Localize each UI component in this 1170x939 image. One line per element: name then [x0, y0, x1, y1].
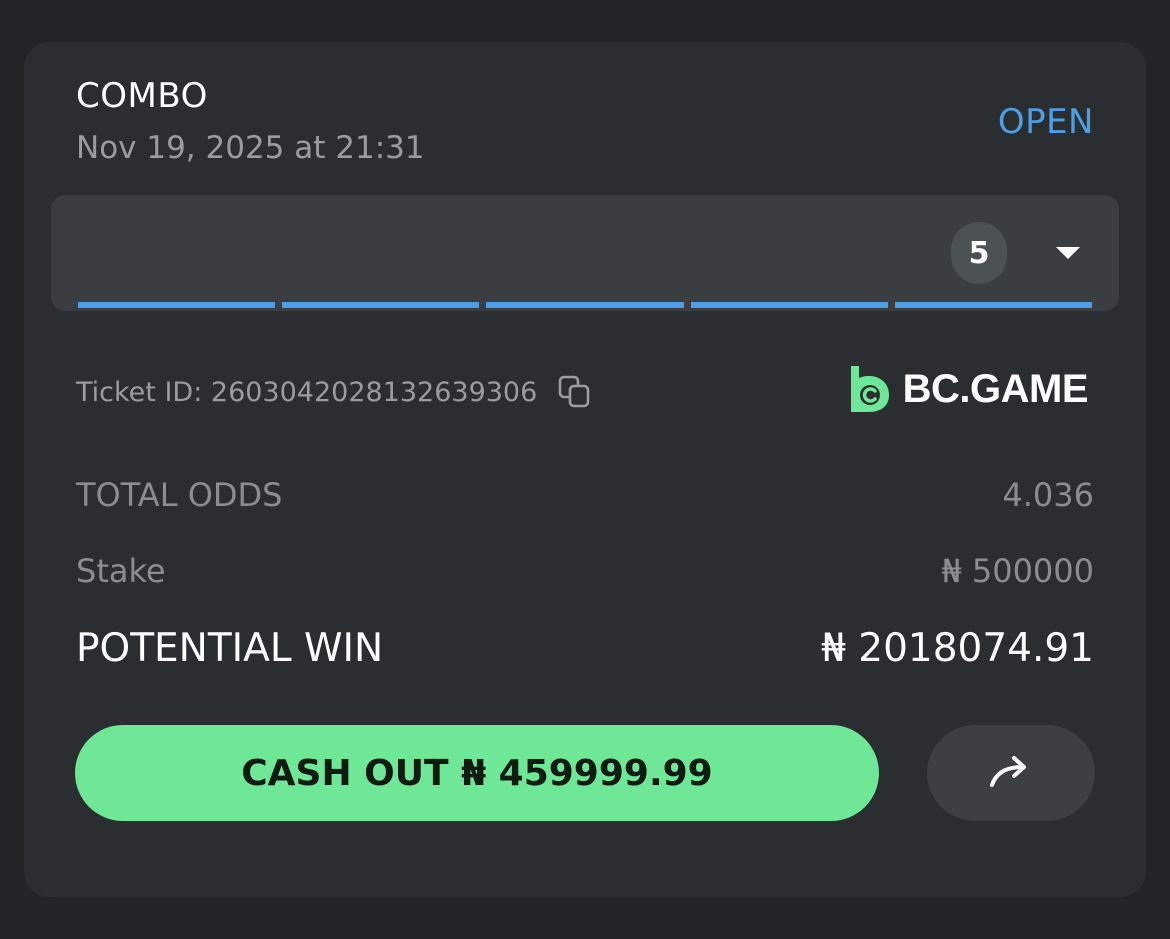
bet-type: COMBO: [76, 76, 208, 116]
potential-win-label: POTENTIAL WIN: [76, 626, 384, 671]
selection-segment: [282, 302, 480, 308]
selection-count-badge: 5: [951, 222, 1007, 284]
stake-row: Stake ₦ 500000: [76, 552, 1094, 590]
selection-segment: [894, 302, 1093, 308]
brand-logo: BC.GAME: [847, 364, 1089, 414]
selections-toggle[interactable]: 5: [51, 195, 1119, 311]
total-odds-row: TOTAL ODDS 4.036: [76, 476, 1094, 514]
share-button[interactable]: [927, 725, 1095, 821]
selection-segment: [690, 302, 888, 308]
brand-name: BC.GAME: [902, 366, 1089, 411]
stake-label: Stake: [76, 552, 166, 590]
chevron-down-icon: [1056, 247, 1080, 259]
cash-out-button[interactable]: CASH OUT ₦ 459999.99: [75, 725, 879, 821]
bet-slip-card: COMBO Nov 19, 2025 at 21:31 OPEN 5 Ticke…: [24, 42, 1146, 897]
selection-segment: [78, 302, 276, 308]
share-arrow-icon: [990, 756, 1026, 787]
selection-segment: [486, 302, 684, 308]
stake-value: ₦ 500000: [941, 552, 1094, 590]
ticket-id-row: Ticket ID: 2603042028132639306: [76, 374, 593, 410]
status-badge: OPEN: [997, 102, 1094, 142]
potential-win-row: POTENTIAL WIN ₦ 2018074.91: [76, 626, 1094, 671]
total-odds-label: TOTAL ODDS: [76, 476, 283, 514]
copy-icon[interactable]: [557, 374, 593, 410]
bet-date: Nov 19, 2025 at 21:31: [76, 130, 425, 166]
potential-win-value: ₦ 2018074.91: [821, 626, 1094, 671]
bc-game-logo-icon: [850, 366, 889, 412]
total-odds-value: 4.036: [1002, 476, 1094, 514]
selection-progress: [78, 302, 1093, 308]
ticket-id: Ticket ID: 2603042028132639306: [76, 376, 538, 408]
